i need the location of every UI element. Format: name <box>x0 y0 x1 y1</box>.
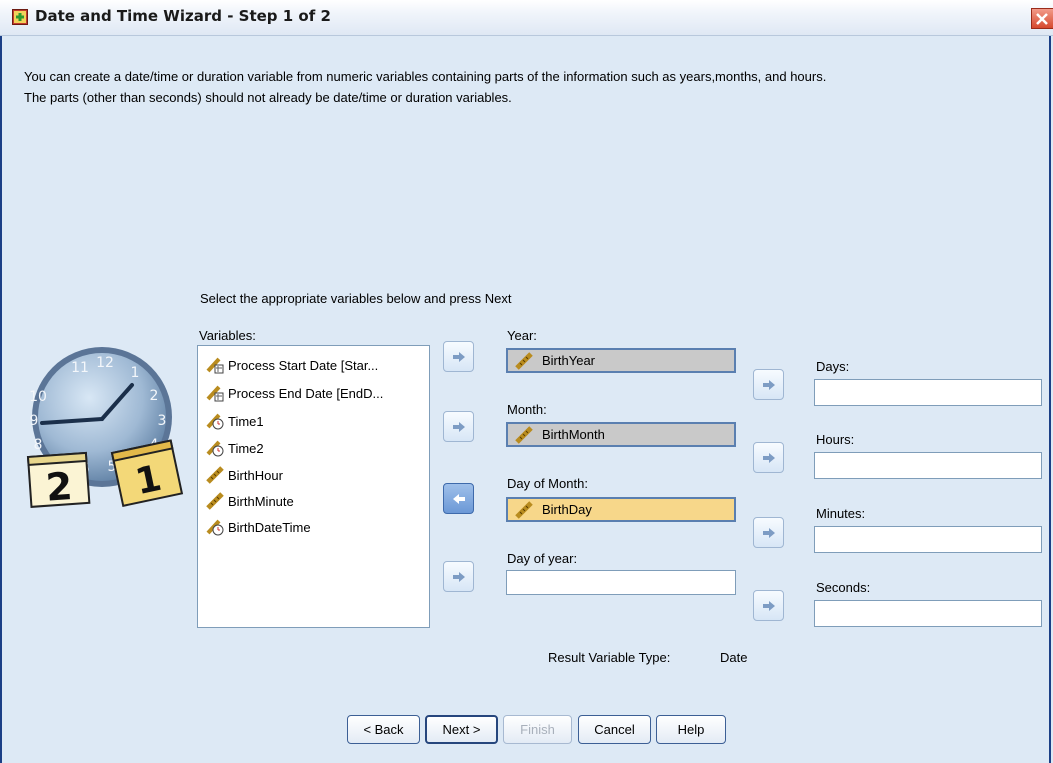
result-type-label: Result Variable Type: <box>548 650 671 665</box>
day-of-year-label: Day of year: <box>507 551 578 566</box>
arrow-right-icon <box>453 572 465 582</box>
clock-calendar-icon: 12111 102 93 84 765 2 1 <box>26 347 184 510</box>
list-item-label: Time2 <box>228 440 264 456</box>
arrow-right-icon <box>763 453 775 463</box>
instruction-text: Select the appropriate variables below a… <box>200 291 512 306</box>
year-value: BirthYear <box>542 353 595 368</box>
list-item[interactable]: BirthHour <box>206 465 283 485</box>
variables-listbox[interactable]: Process Start Date [Star... Process End … <box>197 345 430 628</box>
list-item-label: BirthHour <box>228 467 283 483</box>
svg-text:2: 2 <box>150 388 159 404</box>
move-to-year-button[interactable] <box>443 341 474 372</box>
list-item-label: Time1 <box>228 413 264 429</box>
seconds-label: Seconds: <box>816 580 871 595</box>
svg-text:9: 9 <box>30 413 39 429</box>
back-button[interactable]: < Back <box>347 715 420 744</box>
minutes-field[interactable] <box>814 526 1042 553</box>
date-variable-icon <box>206 385 224 402</box>
day-of-year-field[interactable] <box>506 570 736 595</box>
finish-button[interactable]: Finish <box>503 715 572 744</box>
list-item[interactable]: Process Start Date [Star... <box>206 355 378 375</box>
svg-text:8: 8 <box>34 437 43 453</box>
list-item[interactable]: Time1 <box>206 411 264 431</box>
minutes-label: Minutes: <box>816 506 866 521</box>
svg-text:12: 12 <box>96 355 114 371</box>
time-variable-icon <box>206 519 224 536</box>
move-to-day-of-year-button[interactable] <box>443 561 474 592</box>
svg-text:1: 1 <box>131 365 140 381</box>
arrow-right-icon <box>763 380 775 390</box>
scale-variable-icon <box>206 466 224 484</box>
hours-label: Hours: <box>816 432 855 447</box>
svg-text:11: 11 <box>71 360 89 376</box>
next-button[interactable]: Next > <box>425 715 498 744</box>
arrow-right-icon <box>763 528 775 538</box>
list-item-label: BirthMinute <box>228 493 294 509</box>
intro-text: You can create a date/time or duration v… <box>24 66 1034 108</box>
days-label: Days: <box>816 359 850 374</box>
close-icon <box>1036 13 1048 25</box>
scale-variable-icon <box>515 351 533 370</box>
move-to-hours-button[interactable] <box>753 442 784 473</box>
date-variable-icon <box>206 357 224 374</box>
list-item[interactable]: Time2 <box>206 438 264 458</box>
close-button[interactable] <box>1031 8 1053 29</box>
svg-text:3: 3 <box>158 413 167 429</box>
day-of-month-label: Day of Month: <box>507 476 588 491</box>
intro-line-2: The parts (other than seconds) should no… <box>24 90 512 105</box>
list-item[interactable]: BirthMinute <box>206 491 294 511</box>
window-title: Date and Time Wizard - Step 1 of 2 <box>35 7 331 25</box>
app-icon <box>12 9 28 25</box>
help-button[interactable]: Help <box>656 715 726 744</box>
list-item-label: BirthDateTime <box>228 519 311 535</box>
day-of-month-value: BirthDay <box>542 502 592 517</box>
svg-text:10: 10 <box>29 389 47 405</box>
result-type-value: Date <box>720 650 748 665</box>
title-bar: Date and Time Wizard - Step 1 of 2 <box>0 0 1053 36</box>
list-item-label: Process End Date [EndD... <box>228 385 384 401</box>
month-field[interactable]: BirthMonth <box>506 422 736 447</box>
year-label: Year: <box>507 328 537 343</box>
arrow-right-icon <box>453 422 465 432</box>
time-variable-icon <box>206 413 224 430</box>
scale-variable-icon <box>515 425 533 444</box>
list-item-label: Process Start Date [Star... <box>228 357 379 373</box>
variables-label: Variables: <box>199 328 256 343</box>
scale-variable-icon <box>206 492 224 510</box>
move-back-from-day-of-month-button[interactable] <box>443 483 474 514</box>
svg-text:2: 2 <box>44 464 73 510</box>
month-label: Month: <box>507 402 547 417</box>
move-to-minutes-button[interactable] <box>753 517 784 548</box>
move-to-seconds-button[interactable] <box>753 590 784 621</box>
move-to-days-button[interactable] <box>753 369 784 400</box>
month-value: BirthMonth <box>542 427 605 442</box>
list-item[interactable]: BirthDateTime <box>206 517 311 537</box>
scale-variable-icon <box>515 500 533 519</box>
intro-line-1: You can create a date/time or duration v… <box>24 69 827 84</box>
list-item[interactable]: Process End Date [EndD... <box>206 383 383 403</box>
cancel-button[interactable]: Cancel <box>578 715 651 744</box>
time-variable-icon <box>206 440 224 457</box>
year-field[interactable]: BirthYear <box>506 348 736 373</box>
seconds-field[interactable] <box>814 600 1042 627</box>
day-of-month-field[interactable]: BirthDay <box>506 497 736 522</box>
arrow-right-icon <box>763 601 775 611</box>
move-to-month-button[interactable] <box>443 411 474 442</box>
arrow-right-icon <box>453 352 465 362</box>
days-field[interactable] <box>814 379 1042 406</box>
hours-field[interactable] <box>814 452 1042 479</box>
arrow-left-icon <box>453 494 465 504</box>
